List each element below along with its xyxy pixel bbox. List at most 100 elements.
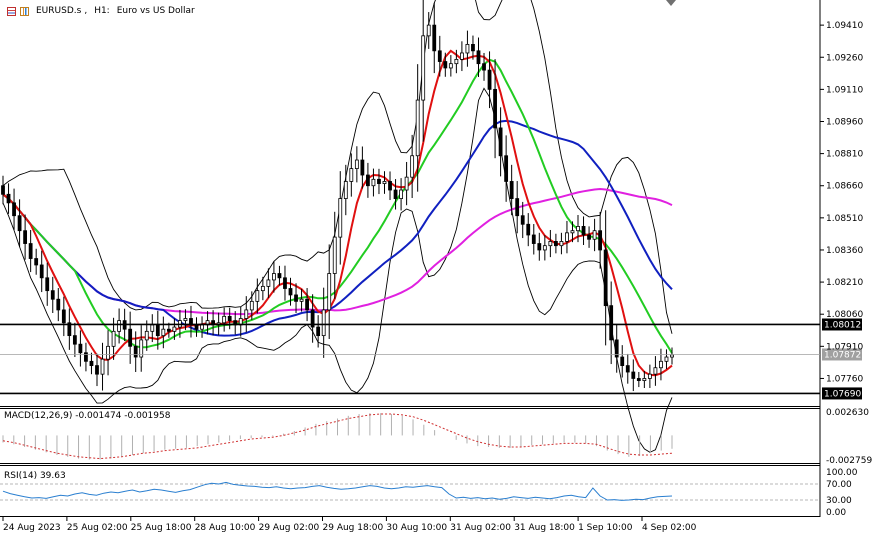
bear-candle: [28, 243, 33, 259]
bear-candle: [95, 365, 99, 375]
bull-candle: [460, 52, 464, 60]
bear-candle: [631, 371, 636, 379]
bull-candle: [354, 159, 359, 169]
time-tick-label: 28 Aug 10:00: [195, 523, 256, 533]
bear-candle: [587, 234, 591, 240]
bear-candle: [493, 88, 497, 129]
price-tick-label: 1.09410: [826, 21, 863, 31]
bear-candle: [12, 202, 16, 217]
bear-candle: [598, 230, 603, 251]
bear-candle: [283, 277, 287, 289]
bull-candle: [670, 354, 674, 358]
bull-candle: [343, 181, 348, 199]
bear-candle: [482, 63, 486, 71]
bear-candle: [84, 352, 88, 362]
bear-candle: [581, 226, 586, 236]
bull-candle: [161, 328, 166, 337]
bull-candle: [426, 24, 431, 37]
bull-candle: [255, 290, 260, 302]
bull-candle: [249, 300, 254, 311]
bull-candle: [647, 373, 652, 379]
bear-candle: [6, 193, 11, 204]
time-tick-label: 29 Aug 02:00: [259, 523, 320, 533]
time-tick-label: 24 Aug 2023: [3, 523, 61, 533]
bull-candle: [371, 178, 376, 187]
bear-candle: [609, 305, 614, 341]
bull-candle: [592, 230, 597, 240]
macd-tick-label: -0.002759: [826, 456, 872, 466]
chart-svg[interactable]: 1.080121.076901.07872 1.094101.092601.09…: [0, 0, 874, 538]
time-tick-label: 25 Aug 18:00: [131, 523, 192, 533]
chart-symbol: EURUSD.s: [36, 6, 82, 16]
bull-candle: [106, 345, 110, 360]
chart-menu-icon[interactable]: [7, 6, 16, 16]
bull-candle: [111, 330, 116, 347]
bull-candle: [349, 168, 354, 182]
bull-candle: [548, 241, 553, 247]
bull-candle: [338, 198, 343, 238]
bear-candle: [432, 24, 437, 52]
bull-candle: [559, 241, 564, 247]
bear-candle: [45, 277, 50, 292]
price-tick-label: 1.08060: [826, 310, 863, 320]
bull-candle: [200, 324, 204, 330]
time-tick-label: 30 Aug 10:00: [386, 523, 447, 533]
bull-candle: [327, 273, 332, 311]
chart-root: 1.08012 1.07690 1.07872 1.09410 1.09260 1.09…: [0, 0, 874, 538]
bear-candle: [476, 50, 481, 65]
bull-candle: [465, 44, 470, 54]
price-tick-label: 1.08360: [826, 246, 863, 256]
bear-candle: [471, 44, 475, 52]
chart-type-icon[interactable]: [20, 6, 29, 16]
rsi-tick-label: 100.00: [826, 468, 858, 478]
time-tick-label: 1 Sep 10:00: [578, 523, 633, 533]
bear-candle: [78, 343, 83, 354]
chart-header: EURUSD.s, H1: Euro vs US Dollar: [7, 6, 195, 16]
bear-candle: [487, 69, 492, 90]
bear-candle: [34, 258, 39, 266]
rsi-label: RSI(14) 39.63: [4, 471, 66, 481]
bear-candle: [17, 215, 22, 232]
bear-candle: [316, 326, 321, 337]
price-tick-label: 1.07760: [826, 374, 863, 384]
bull-candle: [117, 320, 122, 332]
bear-candle: [61, 309, 66, 324]
bear-candle: [128, 328, 133, 347]
bear-candle: [620, 356, 625, 366]
bear-candle: [393, 189, 398, 199]
bull-candle: [565, 232, 569, 242]
bear-candle: [388, 181, 392, 191]
chart-description: Euro vs US Dollar: [116, 6, 195, 16]
bull-candle: [150, 324, 155, 332]
bear-candle: [377, 178, 381, 184]
price-tag-label: 1.07690: [824, 389, 861, 399]
bull-candle: [576, 226, 580, 232]
bull-candle: [399, 189, 403, 199]
bull-candle: [299, 298, 304, 302]
header-comma: ,: [84, 6, 88, 16]
price-tick-label: 1.07910: [826, 342, 863, 352]
macd-tick-label: 0.002630: [826, 408, 869, 418]
bull-candle: [260, 285, 265, 292]
bull-candle: [664, 356, 669, 362]
bull-candle: [321, 309, 326, 337]
price-tick-label: 1.08210: [826, 278, 863, 288]
bear-candle: [636, 378, 641, 381]
bear-candle: [498, 127, 503, 157]
price-tick-label: 1.08660: [826, 182, 863, 192]
time-tick-label: 31 Aug 18:00: [514, 523, 575, 533]
bear-candle: [277, 273, 282, 279]
bear-candle: [39, 264, 44, 279]
bear-candle: [366, 174, 370, 187]
rsi-tick-label: 30.00: [826, 496, 852, 506]
bull-candle: [642, 378, 647, 381]
bull-candle: [454, 58, 459, 65]
bear-candle: [155, 324, 160, 337]
bear-candle: [227, 315, 232, 322]
bull-candle: [144, 330, 149, 341]
chart-timeframe: H1:: [94, 6, 110, 16]
bear-candle: [89, 360, 94, 366]
time-tick-label: 31 Aug 02:00: [450, 523, 511, 533]
bear-candle: [294, 294, 298, 302]
price-tag-label: 1.08012: [824, 320, 861, 330]
